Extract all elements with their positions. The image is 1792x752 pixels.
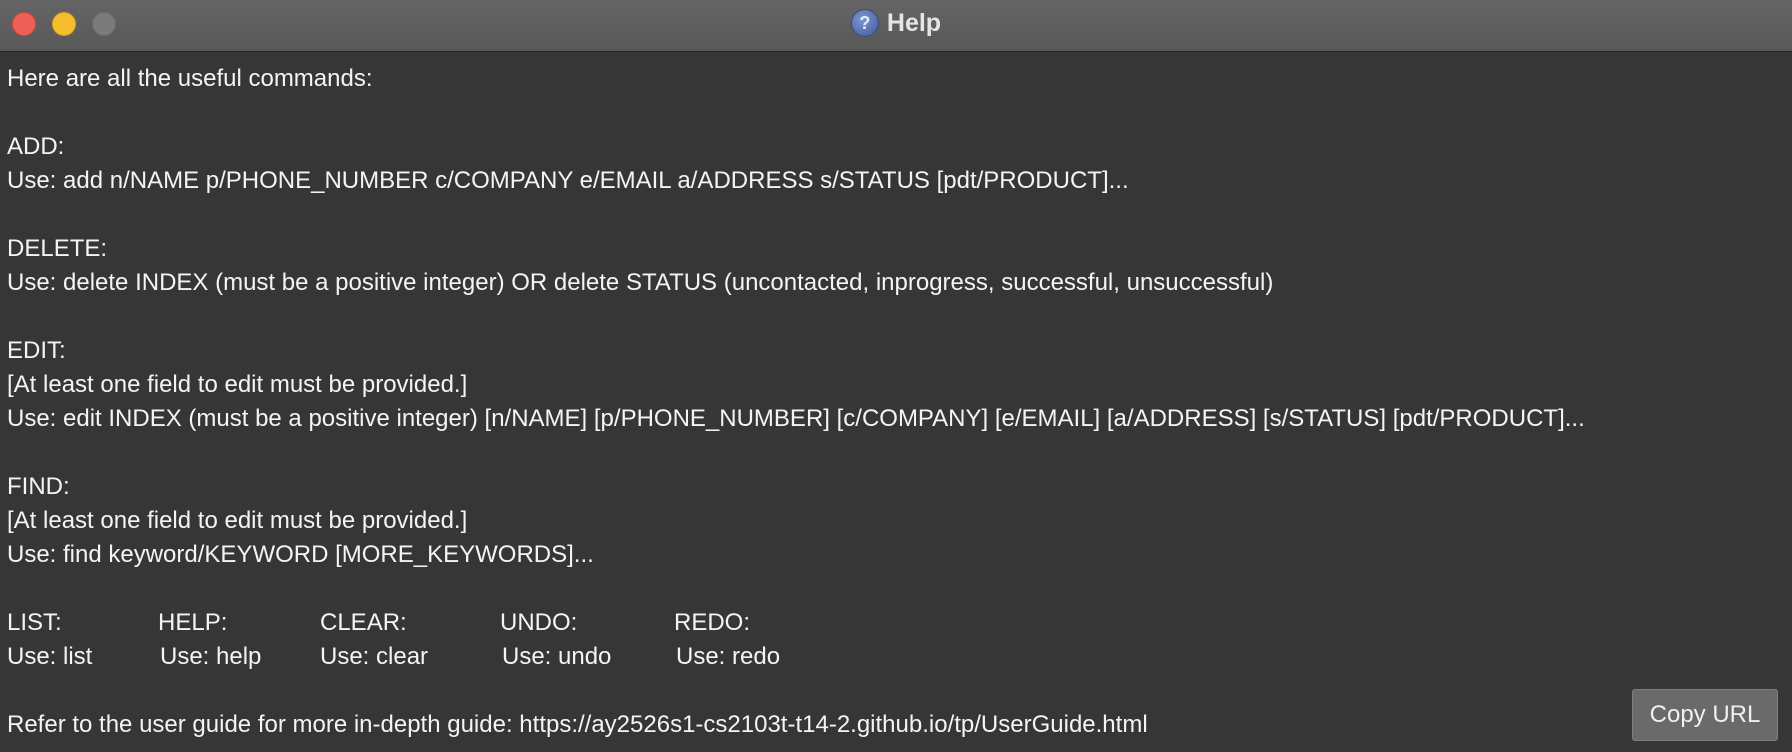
find-command-note: [At least one field to edit must be prov… bbox=[7, 507, 468, 534]
undo-command-usage: Use: undo bbox=[502, 643, 612, 670]
list-command-header: LIST: bbox=[7, 609, 62, 636]
find-command-header: FIND: bbox=[7, 473, 70, 500]
window-title: ? Help bbox=[0, 0, 1792, 46]
delete-command-header: DELETE: bbox=[7, 235, 108, 262]
help-command-header: HELP: bbox=[158, 609, 228, 636]
find-command-usage: Use: find keyword/KEYWORD [MORE_KEYWORDS… bbox=[7, 541, 594, 568]
clear-command-usage: Use: clear bbox=[320, 643, 429, 670]
help-question-icon: ? bbox=[850, 9, 879, 37]
help-intro: Here are all the useful commands: bbox=[7, 65, 373, 92]
help-command-usage: Use: help bbox=[160, 643, 262, 670]
title-bar[interactable]: ? Help bbox=[0, 0, 1792, 52]
undo-command-header: UNDO: bbox=[500, 609, 578, 636]
list-command-usage: Use: list bbox=[7, 643, 93, 670]
user-guide-link-text: Refer to the user guide for more in-dept… bbox=[7, 711, 1148, 738]
window-title-text: Help bbox=[886, 8, 942, 37]
delete-command-usage: Use: delete INDEX (must be a positive in… bbox=[7, 269, 1274, 296]
clear-command-header: CLEAR: bbox=[320, 609, 407, 636]
edit-command-note: [At least one field to edit must be prov… bbox=[7, 371, 468, 398]
add-command-usage: Use: add n/NAME p/PHONE_NUMBER c/COMPANY… bbox=[7, 167, 1129, 194]
redo-command-header: REDO: bbox=[674, 609, 751, 636]
copy-url-button[interactable]: Copy URL bbox=[1632, 689, 1778, 741]
edit-command-usage: Use: edit INDEX (must be a positive inte… bbox=[7, 405, 1585, 432]
add-command-header: ADD: bbox=[7, 133, 65, 160]
edit-command-header: EDIT: bbox=[7, 337, 66, 364]
redo-command-usage: Use: redo bbox=[676, 643, 781, 670]
help-window: ? Help Here are all the useful commands:… bbox=[0, 0, 1792, 752]
